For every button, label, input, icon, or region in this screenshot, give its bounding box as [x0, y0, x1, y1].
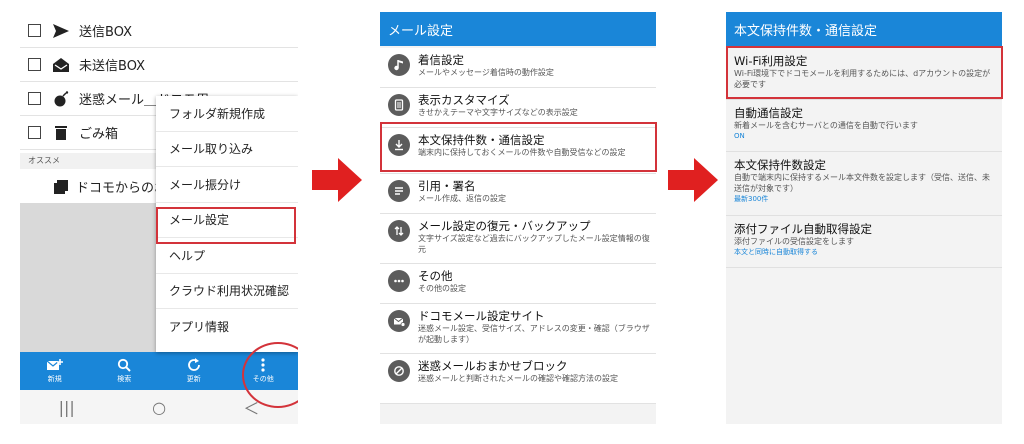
option-desc: 自動で端末内に保持するメール本文件数を設定します（受信、送信、未送信が対象です） — [734, 173, 990, 193]
setting-incoming[interactable]: 着信設定 メールやメッセージ着信時の動作設定 — [380, 48, 656, 88]
folder-checkbox[interactable] — [28, 92, 41, 105]
setting-title: その他 — [418, 269, 453, 283]
compose-label: 新規 — [47, 374, 62, 383]
setting-title: 引用・署名 — [418, 179, 476, 193]
option-desc: 添付ファイルの受信設定をします — [734, 237, 854, 246]
option-auto-comm[interactable]: 自動通信設定 新着メールを含むサーバとの通信を自動で行います ON — [726, 100, 1002, 152]
menu-item-new-folder[interactable]: フォルダ新規作成 — [156, 96, 298, 132]
setting-title: 迷惑メールおまかせブロック — [418, 359, 568, 373]
setting-quote-signature[interactable]: 引用・署名 メール作成、返信の設定 — [380, 174, 656, 214]
compose-icon — [46, 358, 63, 370]
setting-title: ドコモメール設定サイト — [418, 309, 545, 323]
setting-desc: 迷惑メールと判断されたメールの確認や確認方法の設定 — [418, 374, 618, 383]
send-icon — [52, 22, 70, 40]
option-title: 本文保持件数設定 — [734, 158, 826, 172]
refresh-button[interactable]: 更新 — [159, 352, 229, 390]
setting-title: 着信設定 — [418, 53, 464, 67]
setting-restore-backup[interactable]: メール設定の復元・バックアップ 文字サイズ設定など過去にバックアップしたメール設… — [380, 214, 656, 264]
option-value: ON — [734, 132, 745, 140]
setting-desc: 迷惑メール設定、受信サイズ、アドレスの変更・確認（ブラウザが起動します） — [418, 324, 650, 344]
highlight-box-wifi-setting — [726, 46, 1003, 99]
block-icon — [388, 360, 410, 382]
search-label: 検索 — [117, 375, 132, 383]
folder-row-unsent[interactable]: 未送信BOX — [20, 48, 298, 82]
folder-checkbox[interactable] — [28, 58, 41, 71]
trash-icon — [52, 124, 70, 142]
folder-label: 送信BOX — [79, 25, 132, 40]
setting-title: 表示カスタマイズ — [418, 93, 510, 107]
option-value: 最新300件 — [734, 195, 769, 203]
search-icon — [118, 358, 131, 372]
option-desc: 新着メールを含むサーバとの通信を自動で行います — [734, 121, 918, 130]
folder-label: ごみ箱 — [79, 127, 119, 142]
mail-folder-screen: 送信BOX 未送信BOX 迷惑メール＿ドコモ用 ごみ箱 オススメ ドコモからのお… — [20, 12, 298, 424]
setting-desc: きせかえテーマや文字サイズなどの表示設定 — [418, 108, 578, 117]
menu-item-sort-mail[interactable]: メール振分け — [156, 167, 298, 203]
highlight-box-mail-settings — [156, 207, 296, 244]
quote-icon — [388, 180, 410, 202]
refresh-icon — [187, 358, 200, 371]
arrow-right-icon — [312, 158, 362, 202]
screen-header: メール設定 — [380, 12, 656, 46]
recent-apps-button[interactable]: ||| — [59, 398, 75, 417]
page-title: 本文保持件数・通信設定 — [734, 23, 878, 39]
setting-other[interactable]: その他 その他の設定 — [380, 264, 656, 304]
screen-header: 本文保持件数・通信設定 — [726, 12, 1002, 46]
mail-settings-icon — [388, 310, 410, 332]
news-icon — [54, 179, 68, 194]
highlight-box-retention-setting — [380, 122, 657, 172]
search-button[interactable]: 検索 — [90, 352, 160, 390]
more-icon — [388, 270, 410, 292]
option-attachment-auto[interactable]: 添付ファイル自動取得設定 添付ファイルの受信設定をします 本文と同時に自動取得す… — [726, 216, 1002, 268]
option-retention-count[interactable]: 本文保持件数設定 自動で端末内に保持するメール本文件数を設定します（受信、送信、… — [726, 152, 1002, 216]
page-title: メール設定 — [388, 23, 454, 39]
display-icon — [388, 94, 410, 116]
music-note-icon — [388, 54, 410, 76]
refresh-label: 更新 — [186, 375, 201, 383]
mail-settings-screen: メール設定 着信設定 メールやメッセージ着信時の動作設定 表示カスタマイズ きせ… — [380, 12, 656, 424]
home-button[interactable]: ○ — [152, 398, 166, 417]
setting-desc: 文字サイズ設定など過去にバックアップしたメール設定情報の復元 — [418, 234, 650, 254]
menu-item-cloud-usage[interactable]: クラウド利用状況確認 — [156, 274, 298, 309]
folder-label: 未送信BOX — [79, 59, 145, 74]
folder-checkbox[interactable] — [28, 24, 41, 37]
setting-desc: メールやメッセージ着信時の動作設定 — [418, 68, 554, 77]
envelope-open-icon — [52, 56, 70, 74]
option-title: 添付ファイル自動取得設定 — [734, 222, 872, 236]
bomb-icon — [52, 90, 70, 108]
setting-docomo-site[interactable]: ドコモメール設定サイト 迷惑メール設定、受信サイズ、アドレスの変更・確認（ブラウ… — [380, 304, 656, 354]
setting-title: メール設定の復元・バックアップ — [418, 219, 591, 233]
backup-icon — [388, 220, 410, 242]
setting-desc: その他の設定 — [418, 284, 466, 293]
menu-item-app-info[interactable]: アプリ情報 — [156, 309, 298, 345]
option-value: 本文と同時に自動取得する — [734, 248, 818, 256]
folder-checkbox[interactable] — [28, 126, 41, 139]
setting-desc: メール作成、返信の設定 — [418, 194, 506, 203]
arrow-right-icon — [668, 158, 718, 202]
option-title: 自動通信設定 — [734, 106, 803, 120]
compose-button[interactable]: 新規 — [20, 352, 90, 390]
folder-row-send[interactable]: 送信BOX — [20, 14, 298, 48]
menu-item-import-mail[interactable]: メール取り込み — [156, 132, 298, 167]
setting-spam-block[interactable]: 迷惑メールおまかせブロック 迷惑メールと判断されたメールの確認や確認方法の設定 — [380, 354, 656, 404]
